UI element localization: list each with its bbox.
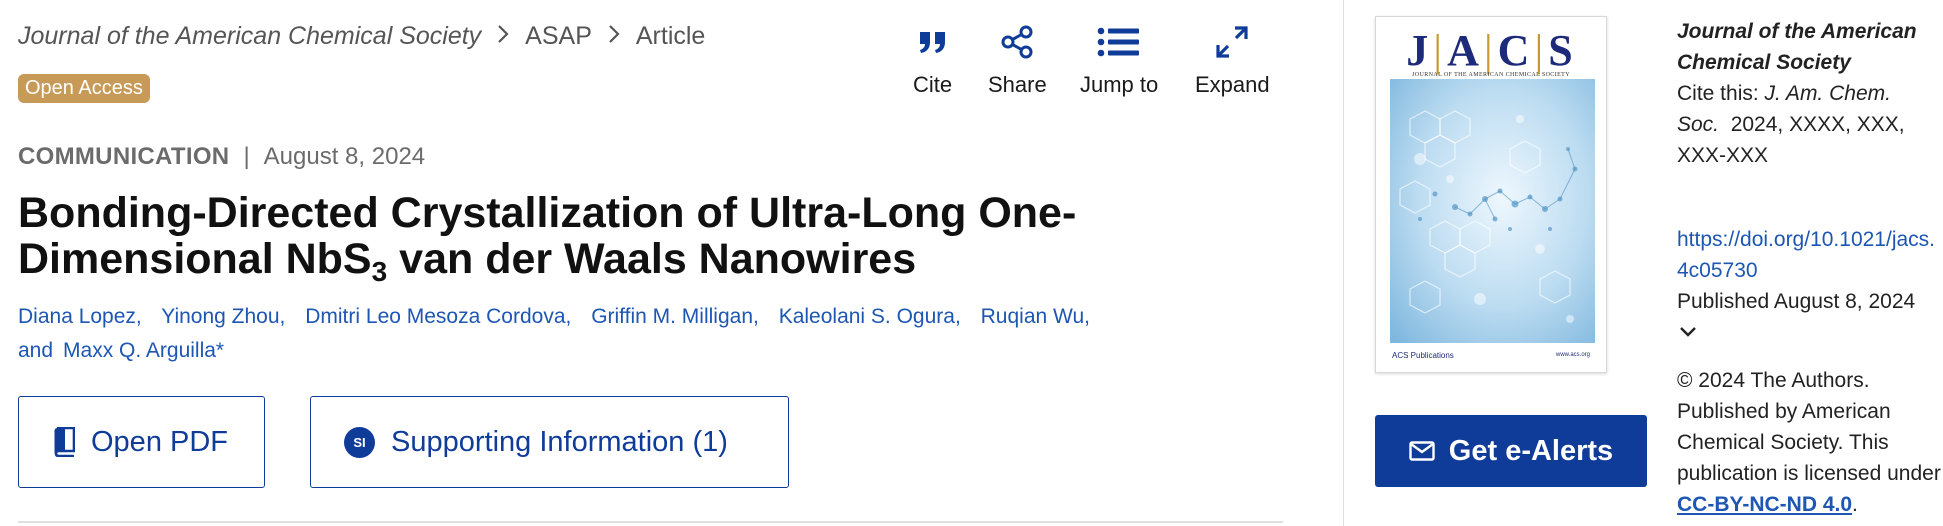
article-date: August 8, 2024 xyxy=(263,143,426,170)
cite-button[interactable]: Cite xyxy=(913,22,952,98)
breadcrumb-current: Article xyxy=(635,22,706,50)
open-pdf-button[interactable]: Open PDF xyxy=(18,396,265,488)
author-link[interactable]: Dmitri Leo Mesoza Cordova, xyxy=(305,305,571,328)
book-icon xyxy=(53,427,75,457)
author-link[interactable]: Diana Lopez, xyxy=(18,305,142,328)
article-meta: COMMUNICATION | August 8, 2024 xyxy=(18,143,426,170)
journal-name: Journal of the American Chemical Society xyxy=(1677,20,1917,74)
acs-publications-logo: ACS Publications xyxy=(1392,351,1454,360)
share-button[interactable]: Share xyxy=(988,22,1047,98)
open-access-badge: Open Access xyxy=(18,74,150,103)
journal-cover-image[interactable]: J|A|C|S JOURNAL OF THE AMERICAN CHEMICAL… xyxy=(1375,16,1607,373)
chevron-right-icon xyxy=(608,23,620,51)
article-title: Bonding-Directed Crystallization of Ultr… xyxy=(18,189,1077,287)
si-icon: SI xyxy=(344,426,375,458)
breadcrumb-journal-link[interactable]: Journal of the American Chemical Society xyxy=(18,22,481,51)
copyright-notice: © 2024 The Authors. Published by America… xyxy=(1677,369,1941,516)
jacs-logo: J|A|C|S xyxy=(1406,26,1576,75)
license-link[interactable]: CC-BY-NC-ND 4.0 xyxy=(1677,493,1852,516)
authors-and: and xyxy=(18,339,54,362)
column-divider xyxy=(1343,0,1344,526)
get-e-alerts-label: Get e-Alerts xyxy=(1448,434,1614,467)
share-icon xyxy=(1000,22,1034,62)
expand-button[interactable]: Expand xyxy=(1195,22,1270,98)
envelope-icon xyxy=(1409,441,1449,461)
author-list: Diana Lopez, Yinong Zhou, Dmitri Leo Mes… xyxy=(18,300,1178,368)
author-link[interactable]: Griffin M. Milligan, xyxy=(591,305,759,328)
article-type: COMMUNICATION xyxy=(18,143,230,170)
expand-icon xyxy=(1215,22,1249,62)
divider xyxy=(18,521,1283,523)
author-link[interactable]: Ruqian Wu, xyxy=(981,305,1090,328)
cover-subtitle: JOURNAL OF THE AMERICAN CHEMICAL SOCIETY xyxy=(1412,72,1570,78)
breadcrumb: Journal of the American Chemical Society… xyxy=(18,22,705,51)
list-icon xyxy=(1097,22,1141,62)
cite-this: Cite this: J. Am. Chem. Soc. 2024, XXXX,… xyxy=(1677,82,1905,167)
cover-site: www.acs.org xyxy=(1555,352,1590,358)
jump-to-button[interactable]: Jump to xyxy=(1080,22,1158,98)
chevron-down-icon[interactable] xyxy=(1679,325,1697,343)
supporting-information-button[interactable]: SI Supporting Information (1) xyxy=(310,396,789,488)
supporting-information-label: Supporting Information (1) xyxy=(391,425,728,458)
author-link[interactable]: Yinong Zhou, xyxy=(161,305,285,328)
cover-molecule-art xyxy=(1390,79,1595,343)
breadcrumb-asap-link[interactable]: ASAP xyxy=(525,22,592,51)
expand-label: Expand xyxy=(1195,72,1270,97)
citation-info: Journal of the American Chemical Society… xyxy=(1677,16,1943,171)
author-link[interactable]: Kaleolani S. Ogura, xyxy=(779,305,961,328)
quote-icon xyxy=(918,22,948,62)
open-pdf-label: Open PDF xyxy=(91,425,228,458)
jump-to-label: Jump to xyxy=(1080,72,1159,97)
chevron-right-icon xyxy=(497,23,509,51)
doi-link[interactable]: https://doi.org/10.1021/jacs.4c05730 xyxy=(1677,224,1943,286)
get-e-alerts-button[interactable]: Get e-Alerts xyxy=(1375,415,1647,487)
cite-label: Cite xyxy=(913,72,953,97)
author-link[interactable]: Maxx Q. Arguilla* xyxy=(63,339,224,362)
published-date: Published August 8, 2024 xyxy=(1677,290,1916,313)
share-label: Share xyxy=(988,72,1047,97)
